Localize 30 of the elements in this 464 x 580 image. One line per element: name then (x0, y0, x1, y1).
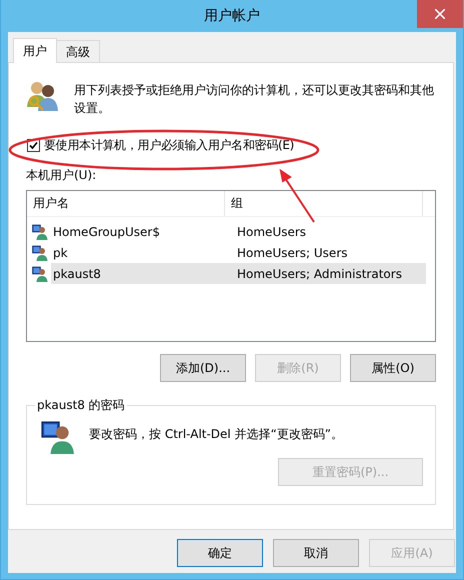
user-monitor-icon (32, 224, 48, 240)
checkbox-label[interactable]: 要使用本计算机，用户必须输入用户名和密码(E) (44, 137, 294, 154)
group-cell: HomeUsers; Administrators (237, 266, 402, 280)
group-cell: HomeUsers; Users (237, 246, 348, 260)
dialog-button[interactable]: 确定 (177, 539, 263, 567)
action-button[interactable]: 属性(O) (350, 354, 436, 382)
user-name-cell-text: pk (52, 246, 69, 260)
column-header[interactable]: 用户名 (27, 191, 225, 216)
user-name-cell-text: pkaust8 (52, 266, 102, 280)
user-monitor-icon (32, 266, 48, 282)
close-icon (435, 9, 445, 19)
table-row[interactable]: pk HomeUsers; Users (51, 242, 426, 263)
close-button[interactable] (417, 0, 463, 28)
table-row[interactable]: HomeGroupUser$ HomeUsers (51, 221, 426, 242)
column-header[interactable]: 组 (225, 191, 423, 216)
group-title: pkaust8 的密码 (36, 397, 126, 414)
password-hint: 要改密码，按 Ctrl-Alt-Del 并选择“更改密码”。 (89, 426, 344, 443)
tab[interactable]: 用户 (13, 38, 57, 63)
action-button[interactable]: 添加(D)... (160, 354, 246, 382)
user-name-cell-text: HomeGroupUser$ (52, 224, 161, 238)
window-title: 用户帐户 (204, 7, 260, 25)
user-monitor-icon (41, 420, 75, 454)
users-label: 本机用户(U): (26, 167, 98, 184)
tab[interactable]: 高级 (56, 40, 100, 62)
user-monitor-icon (32, 244, 48, 260)
dialog-button[interactable]: 取消 (273, 539, 359, 567)
intro-text: 用下列表授予或拒绝用户访问你的计算机，还可以更改其密码和其他设置。 (74, 82, 435, 117)
group-cell: HomeUsers (237, 224, 306, 238)
table-row[interactable]: pkaust8 HomeUsers; Administrators (51, 263, 426, 284)
users-key-icon (26, 79, 60, 113)
